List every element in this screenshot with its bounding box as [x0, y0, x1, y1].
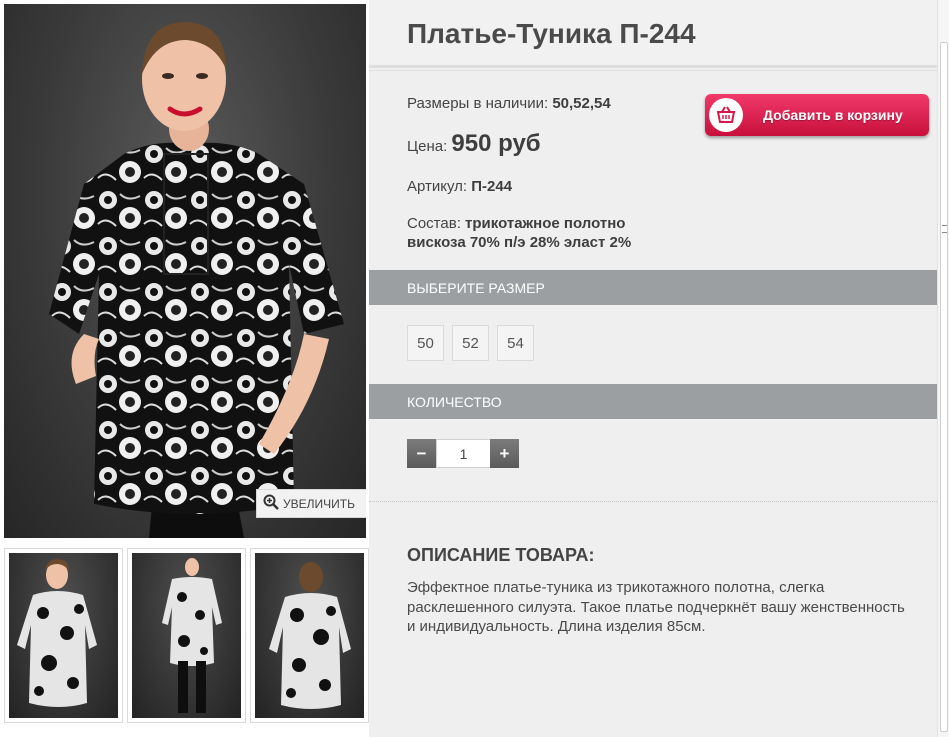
dotted-divider — [369, 501, 937, 502]
add-to-cart-label: Добавить в корзину — [763, 107, 903, 123]
size-option-50[interactable]: 50 — [407, 325, 444, 361]
quantity-section-title: КОЛИЧЕСТВО — [407, 393, 502, 410]
quantity-decrease-button[interactable]: − — [407, 439, 436, 468]
size-section-title: ВЫБЕРИТЕ РАЗМЕР — [407, 279, 545, 296]
thumbnail-strip — [4, 548, 369, 724]
price-value: 950 руб — [451, 130, 541, 157]
model-figure — [49, 22, 344, 538]
thumbnail-3[interactable] — [250, 548, 369, 723]
quantity-input[interactable] — [436, 439, 491, 468]
composition: Состав: трикотажное полотно вискоза 70% … — [407, 214, 631, 252]
product-info-panel: Платье-Туника П-244 Размеры в наличии: 5… — [369, 0, 937, 737]
basket-icon — [709, 98, 743, 132]
add-to-cart-button[interactable]: Добавить в корзину — [705, 94, 929, 136]
thumbnail-2[interactable] — [127, 548, 246, 723]
article-label: Артикул: — [407, 178, 468, 195]
thumbnail-1[interactable] — [4, 548, 123, 723]
title-bar: Платье-Туника П-244 — [369, 0, 937, 68]
price: Цена: 950 руб — [407, 130, 541, 158]
price-label: Цена: — [407, 138, 448, 155]
sizes-label: Размеры в наличии: — [407, 95, 549, 112]
divider — [369, 70, 937, 71]
zoom-label: УВЕЛИЧИТЬ — [283, 496, 355, 511]
sizes-available: Размеры в наличии: 50,52,54 — [407, 95, 611, 112]
size-section-header: ВЫБЕРИТЕ РАЗМЕР — [369, 270, 937, 305]
article: Артикул: П-244 — [407, 178, 512, 195]
magnifier-plus-icon — [263, 494, 279, 513]
page-title: Платье-Туника П-244 — [407, 18, 696, 49]
quantity-increase-button[interactable]: + — [490, 439, 519, 468]
scrollbar-thumb[interactable] — [940, 42, 948, 732]
composition-line-2: вискоза 70% п/э 28% эласт 2% — [407, 234, 632, 251]
size-option-52[interactable]: 52 — [452, 325, 489, 361]
product-gallery: УВЕЛИЧИТЬ — [0, 0, 369, 737]
description-text: Эффектное платье-туника из трикотажного … — [407, 579, 905, 635]
composition-line-1: трикотажное полотно — [465, 215, 626, 232]
vertical-scrollbar[interactable] — [937, 0, 949, 737]
main-product-photo[interactable]: УВЕЛИЧИТЬ — [4, 4, 366, 538]
composition-label: Состав: — [407, 215, 461, 232]
article-value: П-244 — [471, 178, 513, 195]
sizes-value: 50,52,54 — [552, 95, 611, 112]
grip-icon — [942, 225, 947, 233]
quantity-section-header: КОЛИЧЕСТВО — [369, 384, 937, 419]
description-heading: ОПИСАНИЕ ТОВАРА: — [407, 545, 595, 565]
size-option-54[interactable]: 54 — [497, 325, 534, 361]
zoom-button[interactable]: УВЕЛИЧИТЬ — [256, 489, 366, 518]
